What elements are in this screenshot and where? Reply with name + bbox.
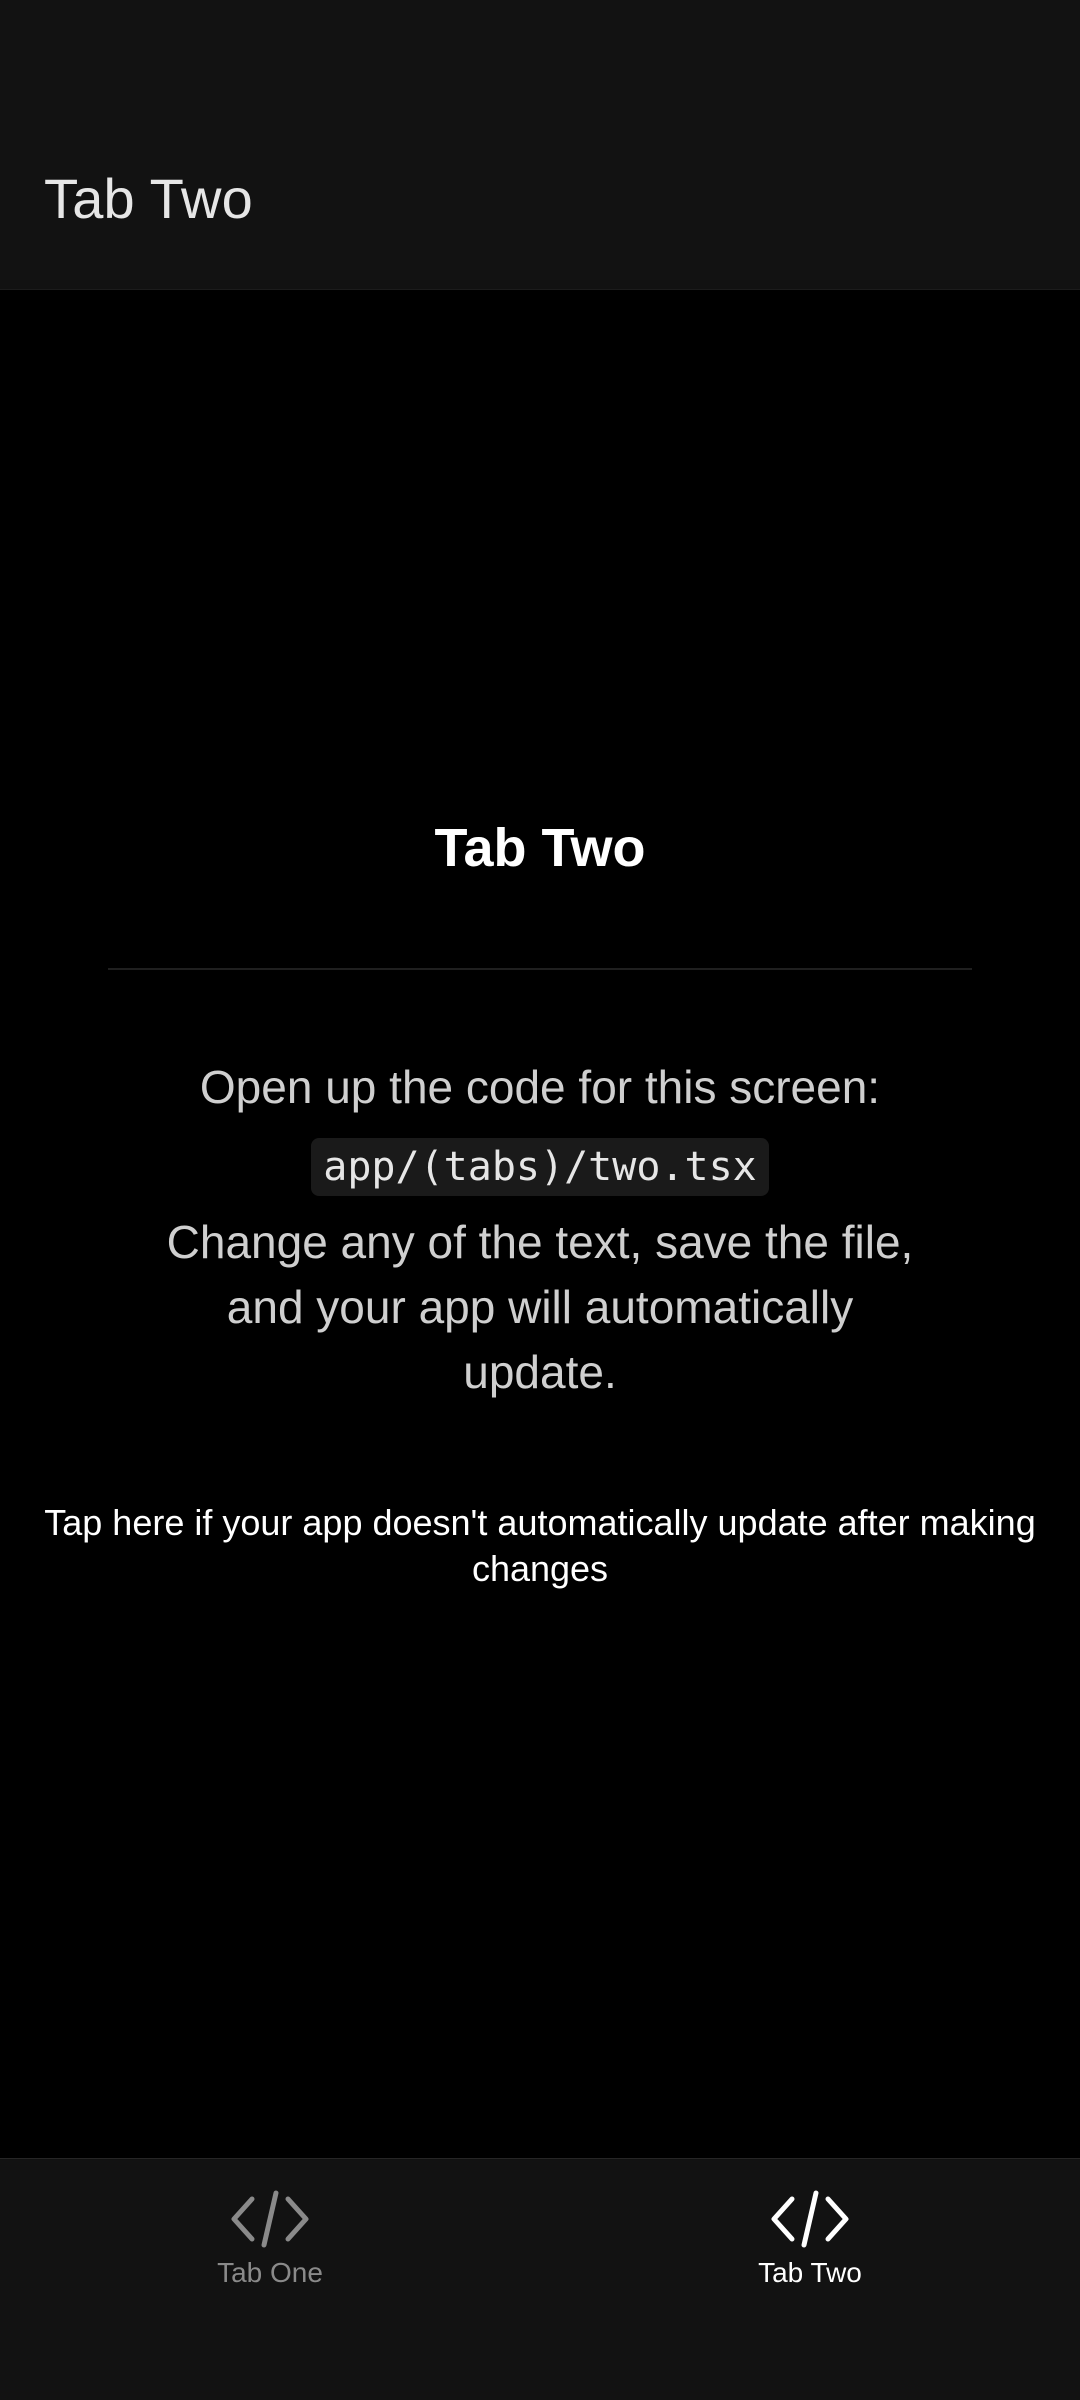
- tab-two-label: Tab Two: [758, 2257, 862, 2288]
- code-icon: [231, 2190, 309, 2248]
- tab-two[interactable]: Tab Two: [540, 2159, 1080, 2400]
- code-icon: [771, 2190, 849, 2248]
- separator: [108, 968, 972, 970]
- code-path-container: app/(tabs)/two.tsx: [0, 1138, 1080, 1196]
- main-content: Tab Two Open up the code for this screen…: [0, 290, 1080, 2158]
- help-link[interactable]: Tap here if your app doesn't automatical…: [40, 1500, 1040, 1592]
- instructions-text: Open up the code for this screen:: [199, 1061, 881, 1113]
- change-text: Change any of the text, save the file, a…: [166, 1216, 914, 1398]
- tab-bar: Tab One Tab Two: [0, 2158, 1080, 2400]
- tab-one-label: Tab One: [217, 2257, 323, 2288]
- header-bar: Tab Two: [0, 0, 1080, 290]
- code-path: app/(tabs)/two.tsx: [311, 1138, 769, 1196]
- tab-one[interactable]: Tab One: [0, 2159, 540, 2400]
- app-screen: Tab Two Tab Two Open up the code for thi…: [0, 0, 1080, 2400]
- header-title: Tab Two: [44, 167, 253, 230]
- page-title: Tab Two: [434, 818, 646, 878]
